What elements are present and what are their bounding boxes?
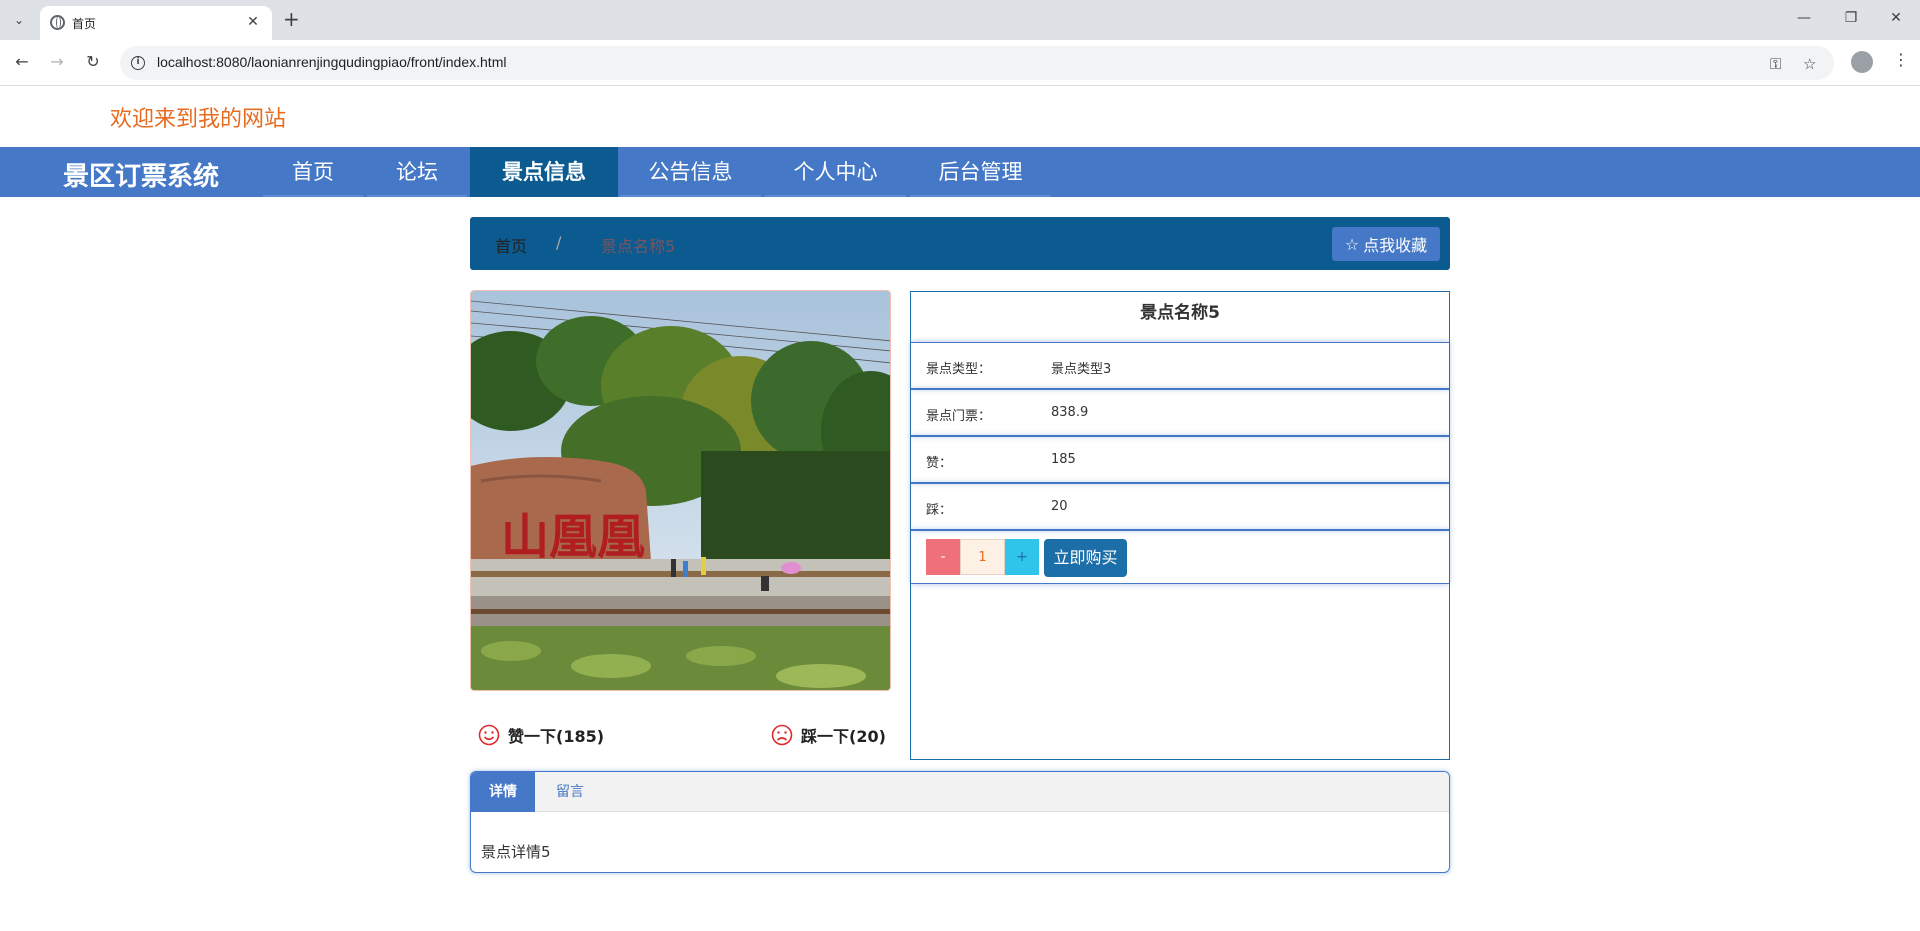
detail-key: 赞：: [926, 456, 953, 471]
scenic-name-title: 景点名称5: [1140, 303, 1220, 323]
svg-text:山凰凰: 山凰凰: [501, 509, 645, 565]
site-brand[interactable]: 景区订票系统: [63, 156, 219, 193]
buy-now-button[interactable]: 立即购买: [1044, 539, 1127, 577]
detail-row-ticket: 景点门票： 838.9: [911, 389, 1449, 436]
browser-toolbar: ← → ↻ i localhost:8080/laonianrenjingqud…: [0, 40, 1920, 86]
like-label: 赞一下(185): [508, 727, 605, 746]
profile-avatar-icon[interactable]: [1851, 51, 1873, 73]
password-key-icon[interactable]: ⚿: [1770, 55, 1781, 73]
scenic-detail-panel: 景点名称5 景点类型： 景点类型3 景点门票： 838.9 赞： 185 踩： …: [910, 291, 1450, 760]
detail-value: 20: [1051, 499, 1068, 514]
bookmark-star-icon[interactable]: ☆: [1803, 55, 1816, 73]
frown-icon: [771, 724, 793, 746]
tab-content: 景点详情5: [481, 843, 551, 861]
dislike-button[interactable]: 踩一下(20): [771, 723, 886, 747]
window-close-icon[interactable]: ✕: [1886, 10, 1906, 26]
detail-row-dislikes: 踩： 20: [911, 483, 1449, 530]
url-text: localhost:8080/laonianrenjingqudingpiao/…: [157, 54, 507, 70]
restore-icon[interactable]: ❐: [1841, 10, 1861, 26]
breadcrumb-current: 景点名称5: [601, 237, 676, 256]
browser-tab[interactable]: 首页 ✕: [40, 6, 272, 40]
reload-icon[interactable]: ↻: [82, 52, 104, 71]
back-icon[interactable]: ←: [11, 52, 33, 71]
quantity-increase-button[interactable]: +: [1005, 539, 1039, 575]
forward-icon[interactable]: →: [46, 52, 68, 71]
tab-search-chevron-icon[interactable]: ⌄: [8, 9, 30, 31]
detail-value: 838.9: [1051, 405, 1089, 420]
detail-row-type: 景点类型： 景点类型3: [911, 342, 1449, 389]
breadcrumb-home[interactable]: 首页: [495, 233, 527, 257]
main-navbar: 景区订票系统 首页 论坛 景点信息 公告信息 个人中心 后台管理: [0, 147, 1920, 197]
detail-key: 景点门票：: [926, 409, 992, 424]
detail-value: 185: [1051, 452, 1076, 467]
like-button[interactable]: 赞一下(185): [478, 723, 604, 747]
nav-item-user-center[interactable]: 个人中心: [765, 147, 906, 197]
nav-item-forum[interactable]: 论坛: [367, 147, 467, 197]
tab-messages[interactable]: 留言: [535, 772, 605, 812]
close-tab-icon[interactable]: ✕: [244, 13, 262, 31]
breadcrumb-separator: /: [556, 233, 562, 252]
favorite-button[interactable]: ☆ 点我收藏: [1332, 227, 1440, 261]
new-tab-icon[interactable]: +: [283, 9, 300, 29]
tab-title: 首页: [72, 17, 97, 31]
detail-row-likes: 赞： 185: [911, 436, 1449, 483]
nav-item-scenic-info[interactable]: 景点信息: [470, 147, 618, 197]
welcome-text: 欢迎来到我的网站: [110, 107, 287, 132]
purchase-row: - 1 + 立即购买: [911, 530, 1449, 584]
star-icon: ☆: [1344, 234, 1360, 254]
smile-icon: [478, 724, 500, 746]
globe-icon: [50, 15, 65, 30]
nav-item-notice[interactable]: 公告信息: [620, 147, 761, 197]
scenic-photo: 山凰凰: [470, 290, 891, 691]
detail-key: 踩：: [926, 503, 953, 518]
site-info-icon[interactable]: i: [131, 56, 145, 70]
detail-value: 景点类型3: [1051, 362, 1112, 377]
minimize-icon[interactable]: —: [1794, 10, 1814, 26]
quantity-input[interactable]: 1: [960, 539, 1005, 575]
browser-menu-icon[interactable]: ⋮: [1893, 50, 1909, 69]
tab-detail[interactable]: 详情: [471, 772, 535, 812]
detail-tabs: 详情 留言 景点详情5: [470, 771, 1450, 873]
nav-item-home[interactable]: 首页: [263, 147, 363, 197]
favorite-label: 点我收藏: [1363, 236, 1428, 255]
browser-tabstrip: ⌄ 首页 ✕ + — ❐ ✕: [0, 0, 1920, 40]
detail-key: 景点类型：: [926, 362, 992, 377]
tabs-header: 详情 留言: [471, 772, 1449, 812]
address-bar[interactable]: i localhost:8080/laonianrenjingqudingpia…: [120, 46, 1834, 80]
nav-item-admin[interactable]: 后台管理: [910, 147, 1051, 197]
dislike-label: 踩一下(20): [801, 727, 886, 746]
breadcrumb: 首页 / 景点名称5 ☆ 点我收藏: [470, 217, 1450, 270]
quantity-decrease-button[interactable]: -: [926, 539, 960, 575]
